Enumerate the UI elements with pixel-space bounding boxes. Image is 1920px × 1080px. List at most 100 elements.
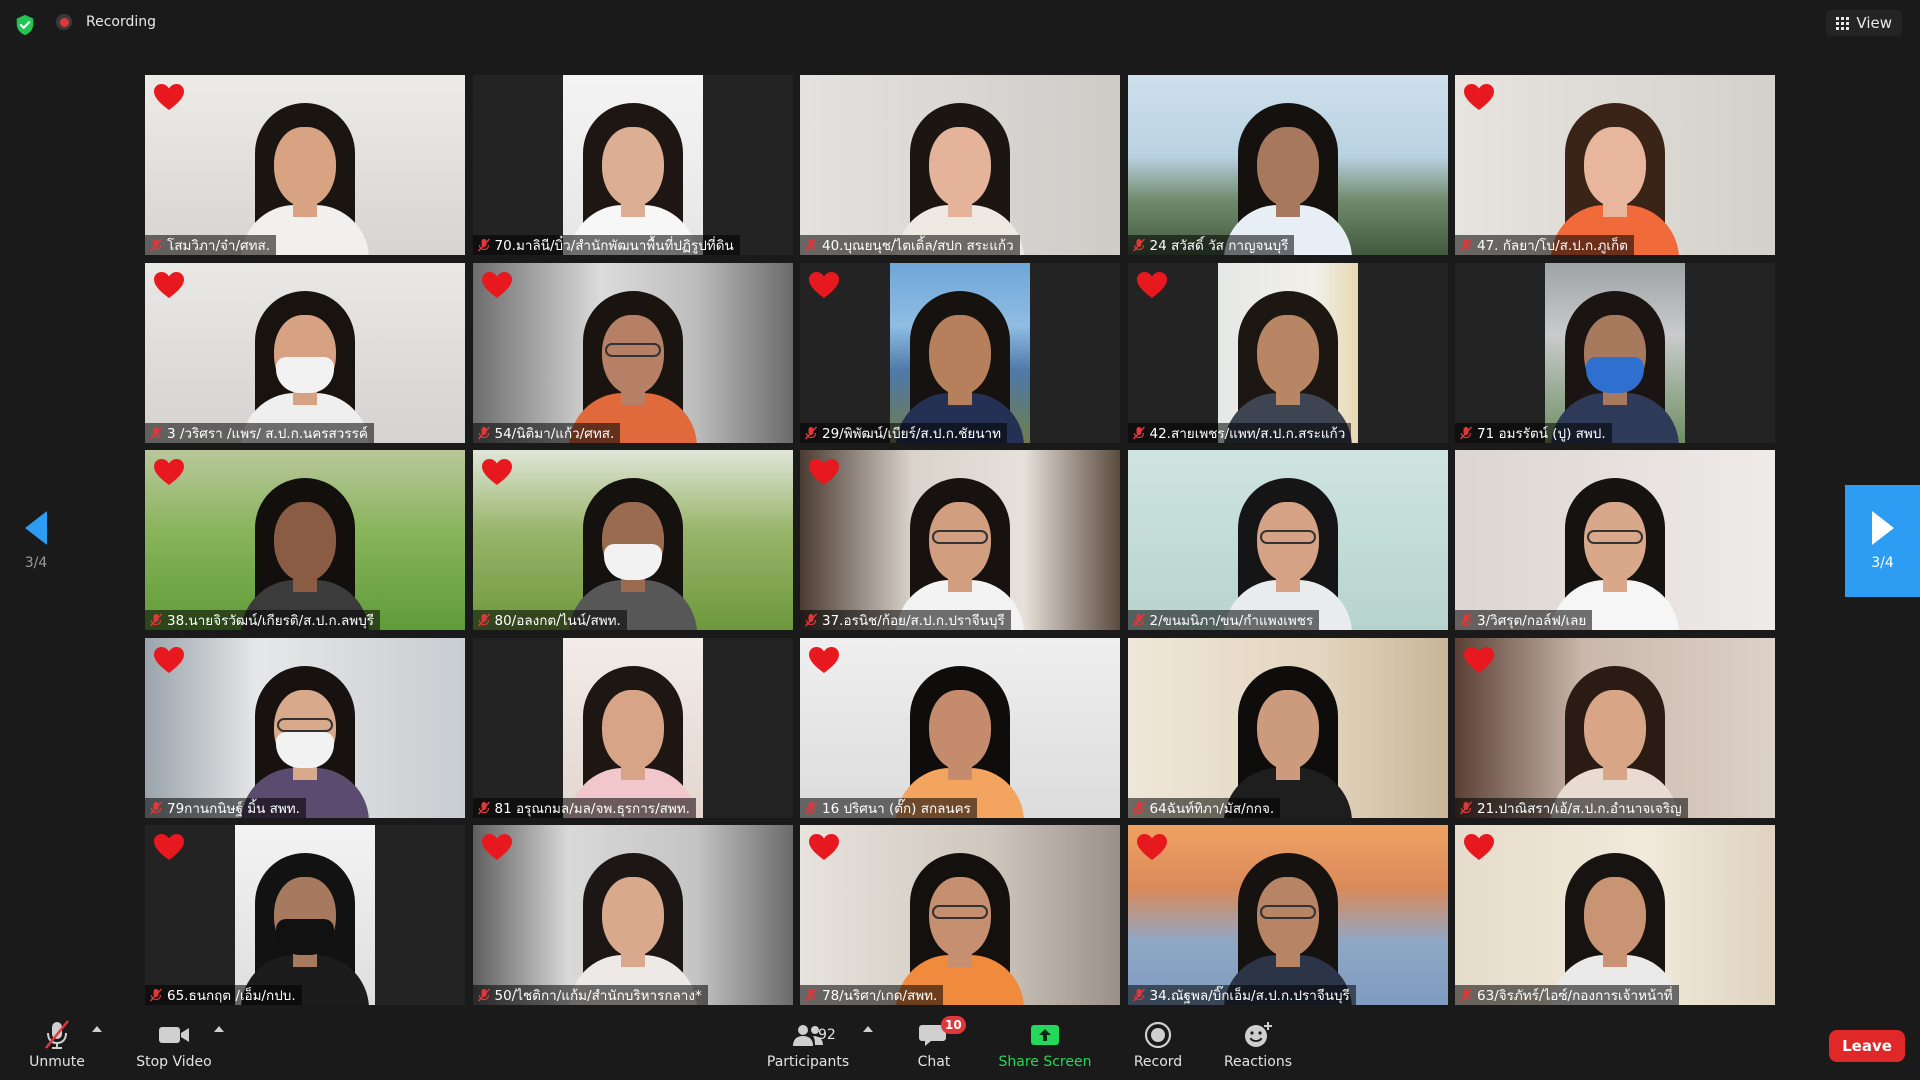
video-feed	[1455, 637, 1775, 818]
participant-video-tile[interactable]: 54/นิติมา/แก้ว/ศทส.	[472, 262, 793, 443]
stop-video-button[interactable]: Stop Video	[129, 1018, 219, 1076]
heart-icon	[154, 646, 184, 673]
participant-name: 80/อลงกต/ไนน์/สพท.	[494, 613, 621, 629]
participant-name: 29/พิพัฒน์/เบียร์/ส.ป.ก.ชัยนาท	[822, 425, 1002, 442]
participant-name-label: 54/นิติมา/แก้ว/ศทส.	[472, 422, 621, 443]
participant-name: 65.ธนกฤต /เอ็ม/กปบ.	[167, 988, 296, 1004]
participant-name-label: 37.อรนิช/ก้อย/ส.ป.ก.ปราจีนบุรี	[800, 610, 1011, 630]
participant-name: 37.อรนิช/ก้อย/ส.ป.ก.ปราจีนบุรี	[822, 613, 1005, 629]
participant-video-tile[interactable]: 70.มาลินี/บิ๋ว/สำนักพัฒนาพื้นที่ปฏิรูปที…	[472, 75, 793, 255]
gallery-video-grid: โสมวิภา/จ๋า/ศทส. 70.มาลินี/บิ๋ว/สำนักพัฒน…	[145, 75, 1775, 1005]
video-feed	[145, 262, 465, 443]
participant-video-tile[interactable]: 40.บุณยนุช/ไตเติ้ล/สปก สระแก้ว	[800, 75, 1120, 255]
participant-name: 3 /วริศรา /แพร/ ส.ป.ก.นครสวรรค์	[167, 425, 368, 442]
participant-figure	[241, 99, 369, 255]
participant-video-tile[interactable]: 65.ธนกฤต /เอ็ม/กปบ.	[145, 825, 465, 1005]
mic-muted-icon	[477, 801, 490, 814]
record-icon	[1144, 1018, 1172, 1052]
participant-name: 54/นิติมา/แก้ว/ศทส.	[494, 425, 615, 442]
participant-video-tile[interactable]: 80/อลงกต/ไนน์/สพท.	[472, 450, 793, 630]
mic-muted-icon	[1459, 988, 1473, 1002]
mic-muted-icon	[149, 988, 163, 1002]
participant-name-label: 47. กัลยา/โบ/ส.ป.ก.ภูเก็ต	[1455, 235, 1634, 255]
heart-icon	[154, 459, 184, 485]
participant-figure	[1551, 662, 1679, 818]
video-feed	[1127, 825, 1448, 1005]
participant-name-label: 24 สวัสดิ์ วัส กาญจนบุรี	[1127, 235, 1295, 255]
participant-video-tile[interactable]: 42.สายเพชร/แพท/ส.ป.ก.สระแก้ว	[1127, 262, 1448, 443]
video-feed	[800, 450, 1120, 630]
participant-figure	[1551, 99, 1679, 255]
participant-name-label: 79กานกนิษฐ์ มิ้น สพท.	[145, 797, 306, 818]
reactions-button[interactable]: Reactions	[1213, 1018, 1303, 1076]
meeting-toolbar: Unmute Stop Video 92 Participants 10 Cha…	[0, 1012, 1920, 1080]
participant-video-tile[interactable]: 63/จิรภัทร์/ไอซ์/กองการเจ้าหน้าที่	[1455, 825, 1775, 1005]
unmute-button[interactable]: Unmute	[12, 1018, 102, 1076]
participant-video-tile[interactable]: 71 อมรรัตน์ (ปู) สพป.	[1455, 262, 1775, 443]
video-camera-icon	[157, 1018, 191, 1052]
mic-muted-icon	[477, 613, 490, 627]
reactions-label: Reactions	[1223, 1054, 1293, 1070]
mic-muted-icon	[1132, 988, 1145, 1002]
participant-video-tile[interactable]: 50/ไชติกา/แก้ม/สำนักบริหารกลาง*	[472, 825, 793, 1005]
participant-video-tile[interactable]: 37.อรนิช/ก้อย/ส.ป.ก.ปราจีนบุรี	[800, 450, 1120, 630]
participant-figure	[568, 287, 697, 443]
share-screen-button[interactable]: Share Screen	[990, 1018, 1100, 1076]
participant-name-label: 3/วิศรุต/กอล์ฟ/เลย	[1455, 610, 1593, 630]
audio-options-caret-icon[interactable]	[92, 1026, 102, 1032]
participant-video-tile[interactable]: 47. กัลยา/โบ/ส.ป.ก.ภูเก็ต	[1455, 75, 1775, 255]
video-options-caret-icon[interactable]	[214, 1026, 224, 1032]
page-indicator-left: 3/4	[24, 555, 48, 571]
participant-name-label: 42.สายเพชร/แพท/ส.ป.ก.สระแก้ว	[1127, 422, 1352, 443]
heart-icon	[1464, 84, 1494, 110]
participant-name-label: 80/อลงกต/ไนน์/สพท.	[472, 610, 627, 630]
participant-video-tile[interactable]: 79กานกนิษฐ์ มิ้น สพท.	[145, 637, 465, 818]
participant-name-label: 78/นริศา/เกด/สพท.	[800, 985, 944, 1005]
participant-video-tile[interactable]: 24 สวัสดิ์ วัส กาญจนบุรี	[1127, 75, 1448, 255]
participant-video-tile[interactable]: 3/วิศรุต/กอล์ฟ/เลย	[1455, 450, 1775, 630]
mic-muted-icon	[1459, 426, 1473, 439]
participant-video-tile[interactable]: 3 /วริศรา /แพร/ ส.ป.ก.นครสวรรค์	[145, 262, 465, 443]
heart-icon	[481, 459, 512, 485]
recording-indicator[interactable]: Recording	[56, 14, 156, 30]
video-feed	[472, 450, 793, 630]
participant-figure	[1223, 474, 1352, 630]
previous-page-button[interactable]: 3/4	[0, 486, 72, 596]
mic-muted-icon	[1459, 238, 1473, 252]
leave-button[interactable]: Leave	[1829, 1030, 1905, 1062]
mic-muted-icon	[804, 801, 818, 814]
participant-video-tile[interactable]: 16 ปริศนา (ตั๊ก) สกลนคร	[800, 637, 1120, 818]
participant-video-tile[interactable]: 34.ณัฐพล/บิ๊กเอ็ม/ส.ป.ก.ปราจีนบุรี	[1127, 825, 1448, 1005]
participant-figure	[568, 474, 697, 630]
participant-figure	[568, 662, 697, 818]
participant-video-tile[interactable]: 78/นริศา/เกด/สพท.	[800, 825, 1120, 1005]
participant-name-label: 64ฉันท์ทิภา/มัส/กกจ.	[1127, 797, 1281, 818]
record-button[interactable]: Record	[1113, 1018, 1203, 1076]
video-feed	[145, 450, 465, 630]
participant-video-tile[interactable]: 29/พิพัฒน์/เบียร์/ส.ป.ก.ชัยนาท	[800, 262, 1120, 443]
view-button[interactable]: View	[1826, 10, 1902, 36]
participant-video-tile[interactable]: 2/ขนมนิภา/ขน/กำแพงเพชร	[1127, 450, 1448, 630]
participant-video-tile[interactable]: 21.ปาณิสรา/เอ้/ส.ป.ก.อำนาจเจริญ	[1455, 637, 1775, 818]
participant-name-label: 38.นายจิรวัฒน์/เกียรติ/ส.ป.ก.ลพบุรี	[145, 610, 381, 630]
participant-name-label: 65.ธนกฤต /เอ็ม/กปบ.	[145, 985, 302, 1005]
participant-video-tile[interactable]: โสมวิภา/จ๋า/ศทส.	[145, 75, 465, 255]
chat-button[interactable]: 10 Chat	[889, 1016, 979, 1076]
recording-dot-icon	[56, 14, 72, 30]
participant-video-tile[interactable]: 64ฉันท์ทิภา/มัส/กกจ.	[1127, 637, 1448, 818]
mic-muted-icon	[1459, 613, 1473, 627]
participant-video-tile[interactable]: 81 อรุณกมล/มล/จพ.ธุรการ/สพท.	[472, 637, 793, 818]
participant-figure	[896, 99, 1024, 255]
participant-name-label: 63/จิรภัทร์/ไอซ์/กองการเจ้าหน้าที่	[1455, 985, 1679, 1005]
chat-bubble-icon: 10	[919, 1016, 966, 1052]
participant-name-label: 21.ปาณิสรา/เอ้/ส.ป.ก.อำนาจเจริญ	[1455, 797, 1688, 818]
participants-options-caret-icon[interactable]	[863, 1026, 873, 1032]
participant-figure	[1223, 287, 1352, 443]
participant-figure	[241, 849, 369, 1005]
next-page-button[interactable]: 3/4	[1845, 485, 1920, 597]
participant-name: โสมวิภา/จ๋า/ศทส.	[167, 238, 271, 254]
participant-video-tile[interactable]: 38.นายจิรวัฒน์/เกียรติ/ส.ป.ก.ลพบุรี	[145, 450, 465, 630]
participant-name: 24 สวัสดิ์ วัส กาญจนบุรี	[1149, 238, 1289, 254]
participants-button[interactable]: 92 Participants	[758, 1018, 858, 1076]
shield-check-icon[interactable]	[14, 14, 36, 36]
